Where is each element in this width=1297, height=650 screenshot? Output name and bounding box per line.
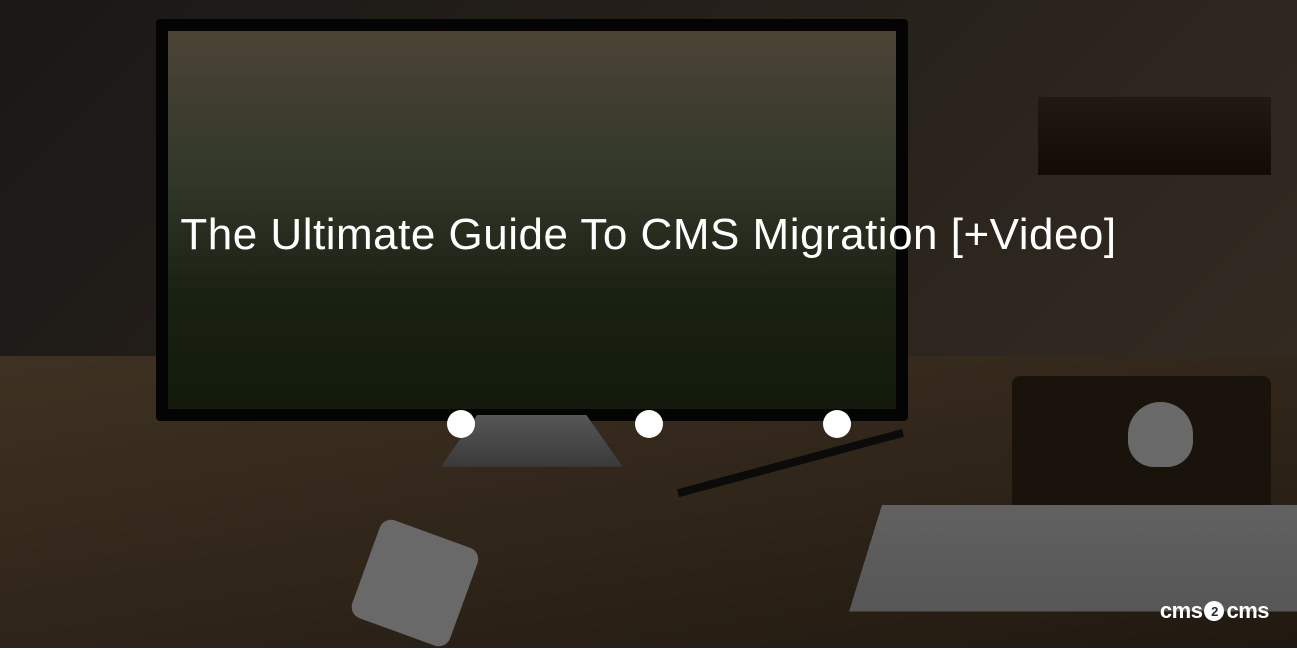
pagination-dots	[0, 410, 1297, 438]
dot-indicator	[635, 410, 663, 438]
logo-suffix: cms	[1226, 598, 1269, 624]
logo-badge-icon: 2	[1204, 601, 1224, 621]
hero-content: The Ultimate Guide To CMS Migration [+Vi…	[0, 210, 1297, 438]
dot-indicator	[447, 410, 475, 438]
logo-prefix: cms	[1160, 598, 1203, 624]
hero-banner: The Ultimate Guide To CMS Migration [+Vi…	[0, 0, 1297, 648]
hero-title: The Ultimate Guide To CMS Migration [+Vi…	[0, 210, 1297, 260]
dot-indicator	[823, 410, 851, 438]
brand-logo: cms 2 cms	[1160, 598, 1269, 624]
